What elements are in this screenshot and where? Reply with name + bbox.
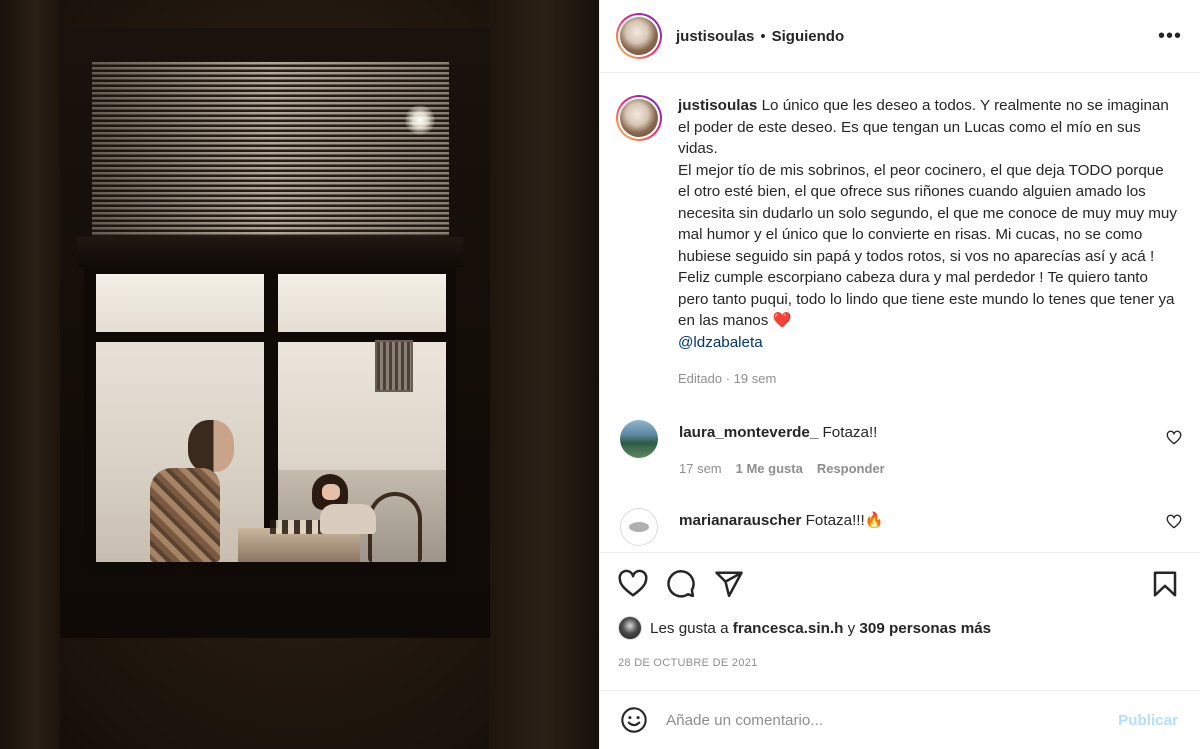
comment-username[interactable]: laura_monteverde_ bbox=[679, 424, 818, 441]
heart-icon[interactable] bbox=[618, 569, 648, 599]
comment-input[interactable] bbox=[666, 711, 1119, 729]
photo-blind-bar bbox=[78, 237, 463, 267]
liker-username-link[interactable]: francesca.sin.h bbox=[733, 620, 844, 637]
comments-scroll-area[interactable]: justisoulas Lo único que les deseo a tod… bbox=[600, 73, 1200, 552]
comment-username[interactable]: marianarauscher bbox=[679, 512, 801, 529]
post-caption: justisoulas Lo único que les deseo a tod… bbox=[600, 73, 1200, 390]
comment-like-heart-icon[interactable] bbox=[1166, 514, 1182, 530]
comment-icon[interactable] bbox=[666, 569, 696, 599]
caption-body: justisoulas Lo único que les deseo a tod… bbox=[678, 95, 1178, 390]
caption-mention-link[interactable]: @ldzabaleta bbox=[678, 334, 763, 351]
caption-age[interactable]: 19 sem bbox=[734, 371, 777, 386]
comment-text: Fotaza!!!🔥 bbox=[805, 511, 884, 529]
author-avatar[interactable] bbox=[616, 13, 662, 59]
comment-likes-link[interactable]: 1 Me gusta bbox=[736, 458, 803, 479]
liker-avatar[interactable] bbox=[618, 616, 642, 640]
caption-paragraph-2-text: El mejor tío de mis sobrinos, el peor co… bbox=[678, 161, 1177, 330]
comment-item: laura_monteverde_ Fotaza!! 17 sem 1 Me g… bbox=[600, 419, 1200, 479]
comment-item: marianarauscher Fotaza!!!🔥 bbox=[600, 507, 1200, 546]
commenter-avatar[interactable] bbox=[620, 419, 658, 458]
post-photo[interactable] bbox=[0, 0, 599, 749]
likes-prefix: Les gusta a bbox=[650, 619, 729, 637]
photo-boy bbox=[150, 420, 234, 562]
post-date[interactable]: 28 DE OCTUBRE DE 2021 bbox=[618, 657, 1180, 669]
commenter-avatar[interactable] bbox=[620, 507, 658, 546]
comment-age[interactable]: 17 sem bbox=[679, 458, 722, 479]
photo-sun-glare bbox=[405, 105, 435, 135]
action-icons bbox=[618, 569, 1180, 599]
caption-avatar[interactable] bbox=[616, 95, 662, 141]
instagram-post: justisoulas • Siguiendo ••• justisoulas … bbox=[0, 0, 1200, 749]
photo-pane-top-left bbox=[96, 274, 264, 332]
photo-girl-face bbox=[322, 484, 340, 500]
caption-meta-dot: · bbox=[722, 371, 734, 386]
photo-building-window bbox=[375, 340, 413, 392]
caption-edited: Editado bbox=[678, 371, 723, 386]
likes-others-link[interactable]: 309 personas más bbox=[859, 620, 991, 637]
publish-button[interactable]: Publicar bbox=[1118, 712, 1178, 729]
bookmark-icon[interactable] bbox=[1150, 569, 1180, 599]
comment-body: laura_monteverde_ Fotaza!! 17 sem 1 Me g… bbox=[679, 420, 885, 479]
likes-summary: Les gusta a francesca.sin.h y 309 person… bbox=[618, 616, 1180, 640]
photo-girl bbox=[312, 474, 382, 534]
photo-wall-left bbox=[0, 0, 60, 749]
photo-wall-right bbox=[489, 0, 599, 749]
caption-username[interactable]: justisoulas bbox=[678, 97, 757, 114]
author-avatar-image bbox=[620, 17, 658, 55]
photo-blinds-shade bbox=[92, 62, 449, 237]
follow-status-button[interactable]: Siguiendo bbox=[772, 28, 845, 45]
comment-body: marianarauscher Fotaza!!!🔥 bbox=[679, 508, 884, 546]
post-side-panel: justisoulas • Siguiendo ••• justisoulas … bbox=[599, 0, 1200, 749]
caption-avatar-image bbox=[620, 99, 658, 137]
more-horizontal-icon[interactable]: ••• bbox=[1158, 26, 1182, 46]
post-header: justisoulas • Siguiendo ••• bbox=[600, 0, 1200, 73]
comment-actions: 17 sem 1 Me gusta Responder bbox=[679, 458, 885, 479]
caption-meta: Editado · 19 sem bbox=[678, 368, 1178, 390]
author-username[interactable]: justisoulas bbox=[676, 28, 754, 45]
header-separator: • bbox=[760, 27, 766, 45]
photo-boy-head bbox=[188, 420, 234, 472]
photo-girl-body bbox=[320, 504, 376, 534]
comment-reply-button[interactable]: Responder bbox=[817, 458, 885, 479]
likes-connector: y bbox=[847, 619, 856, 637]
comment-text: Fotaza!! bbox=[822, 423, 878, 441]
comment-like-heart-icon[interactable] bbox=[1166, 430, 1182, 446]
add-comment-bar: Publicar bbox=[600, 690, 1200, 749]
heart-emoji: ❤️ bbox=[772, 312, 792, 329]
caption-text: justisoulas Lo único que les deseo a tod… bbox=[678, 95, 1178, 160]
photo-pane-top-right bbox=[278, 274, 446, 332]
share-icon[interactable] bbox=[714, 569, 744, 599]
photo-boy-torso bbox=[150, 468, 220, 562]
emoji-icon[interactable] bbox=[620, 706, 648, 734]
caption-paragraph-2: El mejor tío de mis sobrinos, el peor co… bbox=[678, 160, 1178, 332]
